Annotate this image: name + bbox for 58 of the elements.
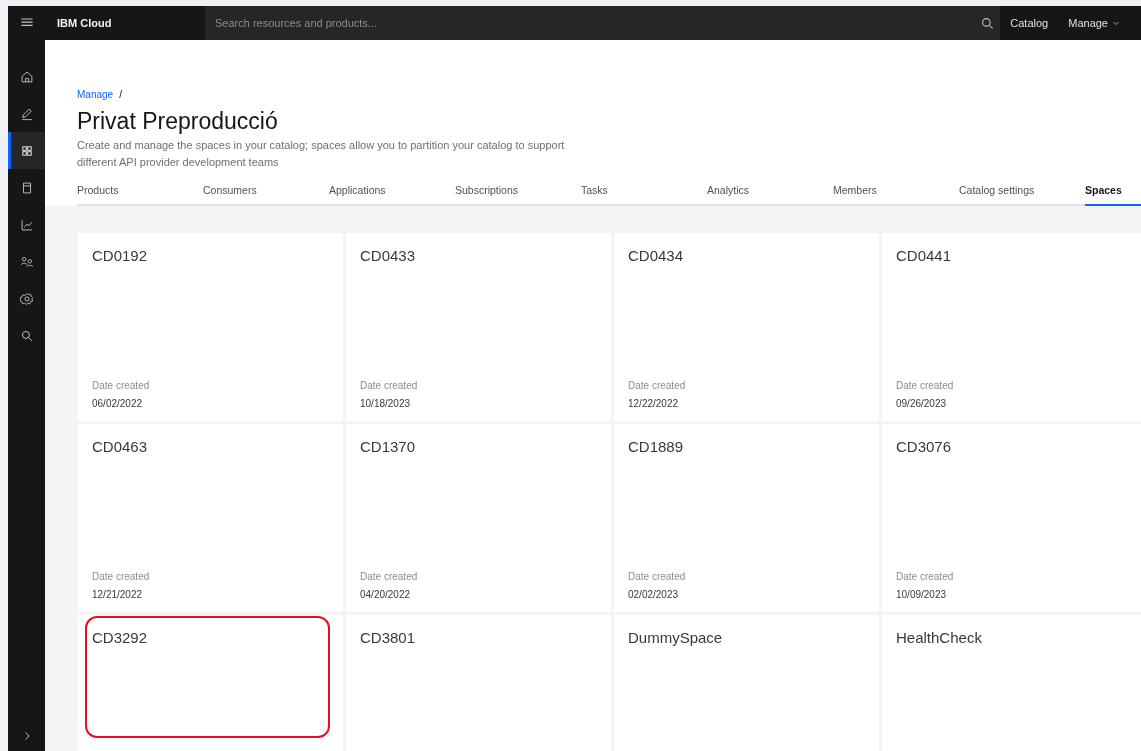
settings-icon [19, 291, 34, 306]
users-icon [19, 254, 34, 269]
date-label: Date created [92, 571, 151, 582]
grid-icon [19, 143, 34, 158]
space-card[interactable]: CD3801 [346, 615, 611, 751]
nav-item[interactable] [8, 132, 45, 169]
space-name: CD0433 [360, 247, 417, 264]
space-name: CD0441 [896, 247, 953, 264]
space-card[interactable]: HealthCheck [882, 615, 1141, 751]
search-icon [979, 15, 995, 31]
search-field[interactable]: Search resources and products... [205, 6, 975, 40]
date-label: Date created [896, 380, 955, 391]
breadcrumb-separator: / [119, 88, 122, 100]
space-card[interactable]: CD0441 Date created 09/26/2023 [882, 233, 1141, 421]
space-card[interactable]: CD1889 Date created 02/02/2023 [614, 424, 879, 612]
date-value: 09/26/2023 [896, 398, 948, 409]
space-name: DummySpace [628, 629, 724, 646]
chart-icon [19, 217, 34, 232]
space-name: CD0463 [92, 438, 149, 455]
space-name: CD0192 [92, 247, 149, 264]
date-label: Date created [628, 380, 687, 391]
date-value: 10/09/2023 [896, 589, 948, 600]
space-card[interactable]: CD0433 Date created 10/18/2023 [346, 233, 611, 421]
space-card[interactable]: CD0463 Date created 12/21/2022 [78, 424, 343, 612]
manage-menu[interactable]: Manage [1058, 6, 1131, 40]
date-label: Date created [628, 571, 687, 582]
space-name: CD3292 [92, 629, 149, 646]
date-label: Date created [360, 571, 419, 582]
date-value: 02/02/2023 [628, 589, 680, 600]
date-value: 12/22/2022 [628, 398, 680, 409]
pencil-icon [19, 106, 34, 121]
date-label: Date created [896, 571, 955, 582]
search-icon [19, 328, 34, 343]
space-name: HealthCheck [896, 629, 983, 646]
space-name: CD3076 [896, 438, 953, 455]
date-label: Date created [360, 380, 419, 391]
space-name: CD1370 [360, 438, 417, 455]
page-title: Privat Preproducció [77, 108, 279, 135]
space-card[interactable]: CD3292 [78, 615, 343, 751]
date-label: Date created [92, 380, 151, 391]
breadcrumb-link[interactable]: Manage [77, 88, 114, 100]
date-value: 04/20/2022 [360, 589, 412, 600]
space-card[interactable]: CD0192 Date created 06/02/2022 [78, 233, 343, 421]
date-value: 06/02/2022 [92, 398, 144, 409]
search-button[interactable] [974, 6, 1001, 40]
space-name: CD3801 [360, 629, 417, 646]
space-card[interactable]: CD3076 Date created 10/09/2023 [882, 424, 1141, 612]
brand-name: IBM Cloud [56, 16, 113, 31]
space-card[interactable]: DummySpace [614, 615, 879, 751]
space-card[interactable]: CD0434 Date created 12/22/2022 [614, 233, 879, 421]
date-value: 10/18/2023 [360, 398, 412, 409]
space-card[interactable]: CD1370 Date created 04/20/2022 [346, 424, 611, 612]
space-name: CD0434 [628, 247, 685, 264]
date-value: 12/21/2022 [92, 589, 144, 600]
page-description: Create and manage the spaces in your catalog; spaces allow you to partition your catalog to support different API provider development teams [77, 138, 566, 170]
catalog-link[interactable]: Catalog [1000, 6, 1059, 40]
space-name: CD1889 [628, 438, 685, 455]
home-icon [19, 69, 34, 84]
